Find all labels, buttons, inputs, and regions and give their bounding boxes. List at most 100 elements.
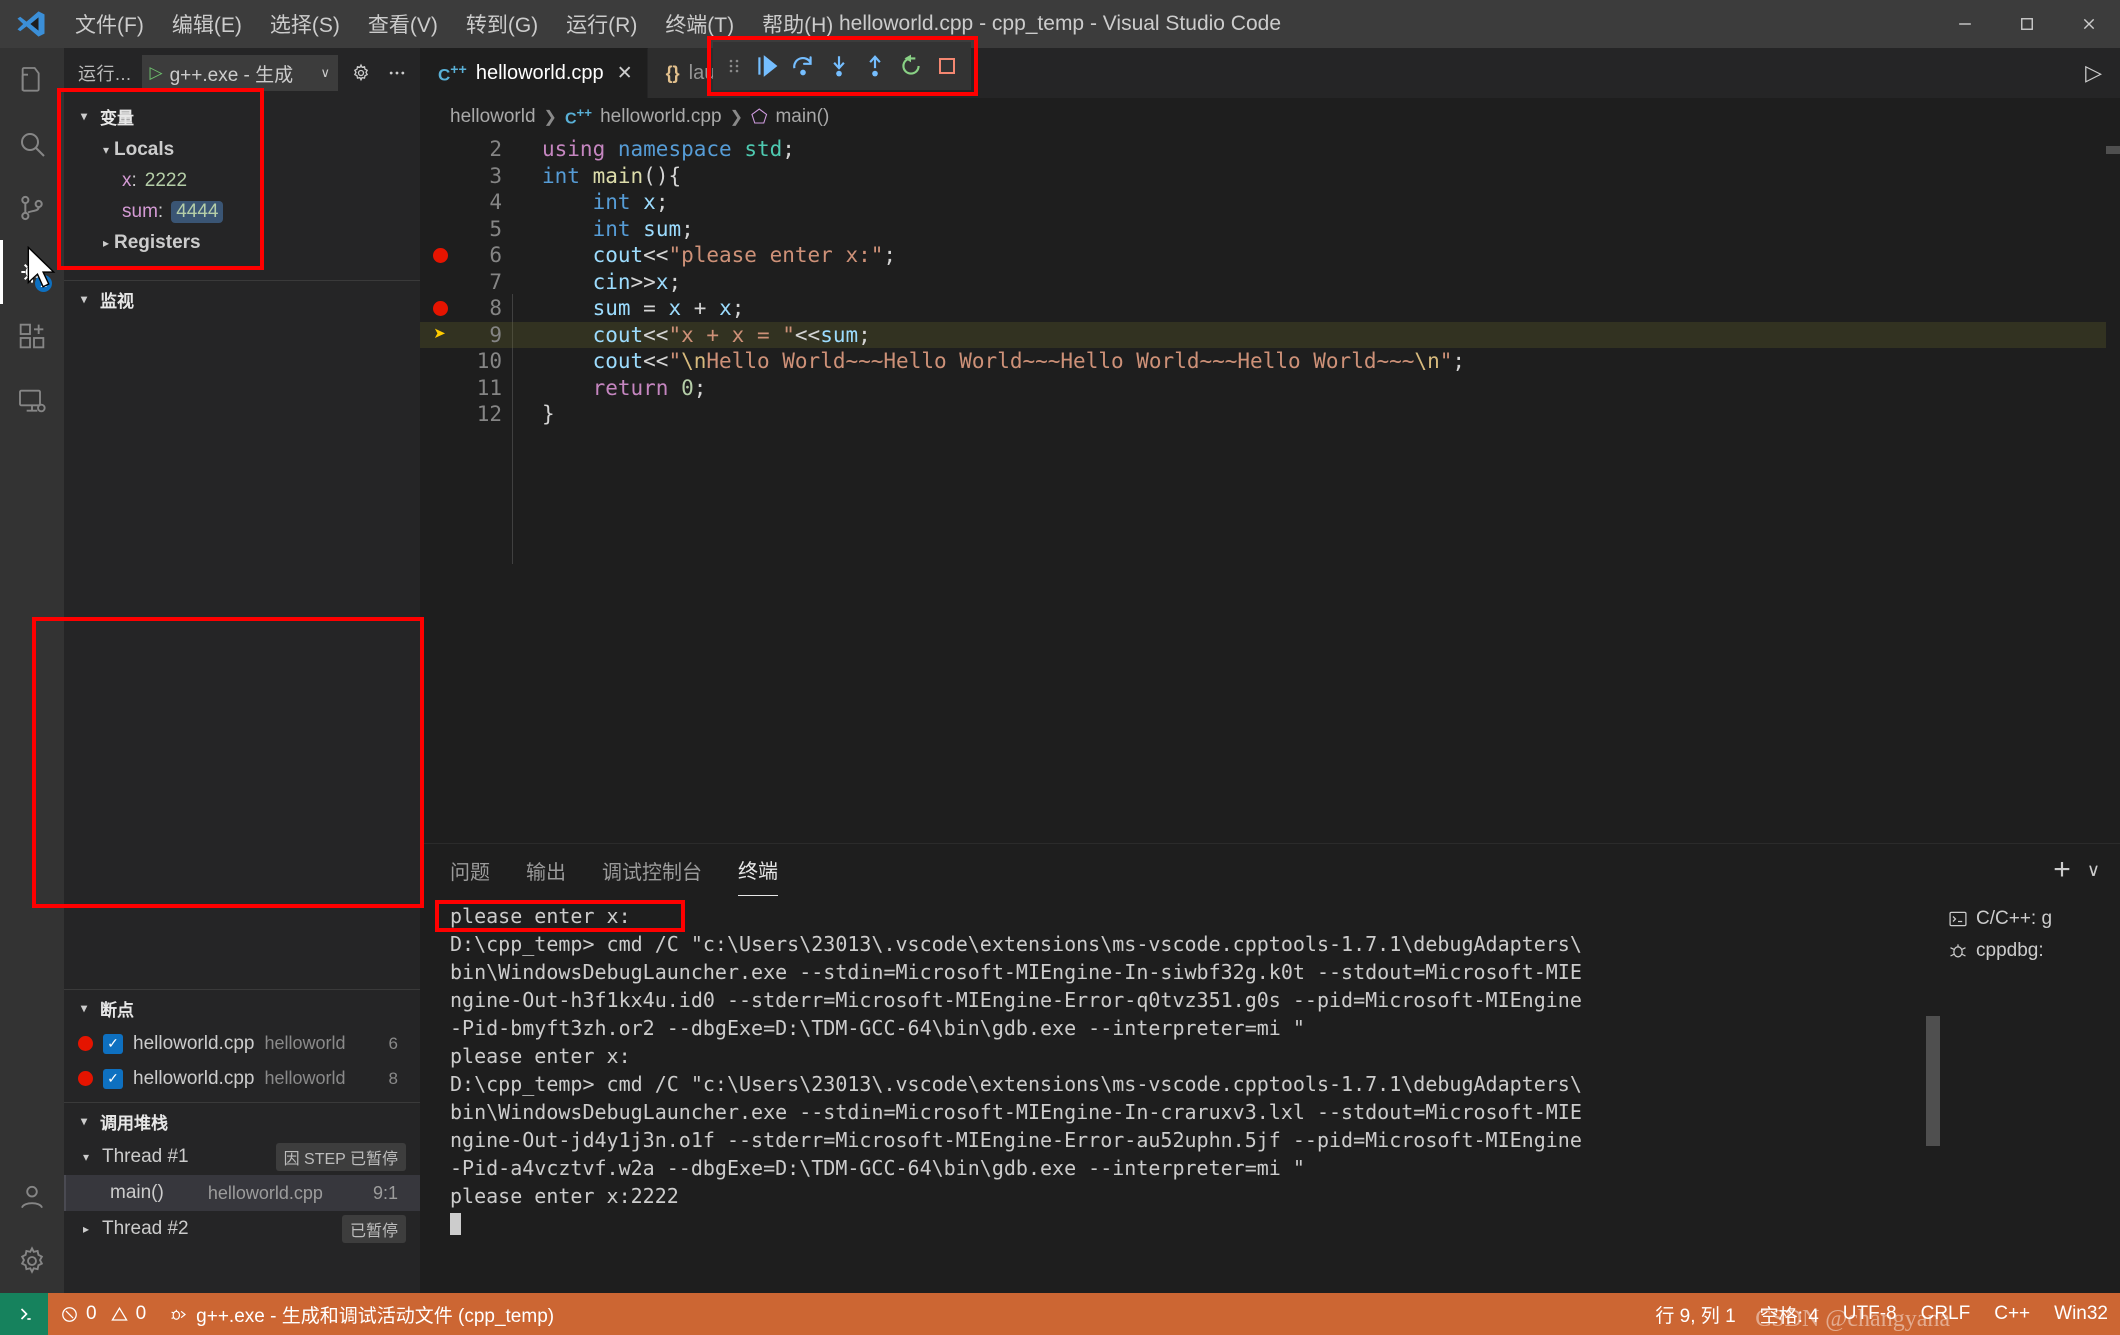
menu-item-file[interactable]: 文件(F) xyxy=(62,4,157,44)
debug-step-over-button[interactable] xyxy=(785,53,821,79)
drag-handle[interactable] xyxy=(719,56,749,76)
status-platform[interactable]: Win32 xyxy=(2042,1293,2120,1335)
tab-output[interactable]: 输出 xyxy=(526,844,566,896)
watch-list[interactable] xyxy=(64,317,420,527)
close-button[interactable] xyxy=(2058,0,2120,48)
breakpoint-dot-icon[interactable] xyxy=(432,247,448,263)
chevron-down-icon[interactable]: ∨ xyxy=(2087,860,2100,881)
sidebar-item-run-and-debug[interactable]: 1 xyxy=(0,240,64,304)
menu-item-edit[interactable]: 编辑(E) xyxy=(159,4,255,44)
debug-settings-gear-icon[interactable] xyxy=(348,63,374,83)
glyph-margin[interactable]: ➤ xyxy=(420,324,460,345)
line-number: 11 xyxy=(476,375,502,400)
tab-helloworld-cpp[interactable]: C++ helloworld.cpp ✕ xyxy=(420,48,648,98)
variable-value-sum: 4444 xyxy=(171,200,224,223)
status-encoding[interactable]: UTF-8 xyxy=(1831,1293,1909,1335)
debug-step-into-button[interactable] xyxy=(821,53,857,79)
minimap[interactable] xyxy=(2106,136,2120,843)
play-icon: ▷ xyxy=(149,63,163,82)
glyph-margin[interactable] xyxy=(420,247,460,263)
terminal-list-item-cppdbg[interactable]: cppdbg: xyxy=(1948,940,2120,962)
terminal-list-item-cpp[interactable]: C/C++: g xyxy=(1948,908,2120,930)
breakpoint-folder: helloworld xyxy=(264,1068,346,1088)
scope-registers[interactable]: ▸ Registers xyxy=(64,227,420,258)
callstack-frame-main[interactable]: main() helloworld.cpp 9:1 xyxy=(64,1175,420,1211)
accounts-button[interactable] xyxy=(0,1165,64,1229)
maximize-button[interactable] xyxy=(1996,0,2058,48)
menu-item-view[interactable]: 查看(V) xyxy=(355,4,451,44)
code-line: 3 int main(){ xyxy=(420,163,2120,190)
remote-indicator[interactable] xyxy=(0,1293,48,1335)
tab-debug-console[interactable]: 调试控制台 xyxy=(602,844,702,896)
glyph-margin[interactable] xyxy=(420,300,460,316)
execution-pointer-icon: ➤ xyxy=(433,322,447,347)
breadcrumb-file[interactable]: helloworld.cpp xyxy=(600,106,721,128)
callstack-thread-1[interactable]: ▾ Thread #1 因 STEP 已暂停 xyxy=(64,1139,420,1175)
debug-stop-button[interactable] xyxy=(929,54,965,78)
status-problems[interactable]: 0 0 xyxy=(48,1293,158,1335)
vscode-logo-icon xyxy=(0,9,62,39)
editor-scrollbar[interactable] xyxy=(2106,146,2120,154)
sidebar-item-explorer[interactable] xyxy=(0,48,64,112)
breakpoint-checkbox[interactable]: ✓ xyxy=(103,1033,123,1054)
chevron-down-icon: ▾ xyxy=(80,292,88,306)
menu-item-terminal[interactable]: 终端(T) xyxy=(652,4,747,44)
code-text: int main(){ xyxy=(542,163,682,188)
status-debug-config[interactable]: g++.exe - 生成和调试活动文件 (cpp_temp) xyxy=(158,1293,566,1335)
menu-item-help[interactable]: 帮助(H) xyxy=(749,4,846,44)
more-actions-icon[interactable] xyxy=(384,63,410,83)
editor-tab-bar: C++ helloworld.cpp ✕ {} launc ▷ xyxy=(420,48,2120,98)
breakpoint-checkbox[interactable]: ✓ xyxy=(103,1068,123,1089)
new-terminal-icon[interactable]: + xyxy=(2053,853,2071,887)
run-file-icon[interactable]: ▷ xyxy=(2085,60,2102,86)
run-configuration-dropdown[interactable]: ▷ g++.exe - 生成 ∨ xyxy=(141,55,338,91)
scope-locals[interactable]: ▾ Locals xyxy=(64,134,420,165)
tab-problems[interactable]: 问题 xyxy=(450,844,490,896)
code-text: sum = x + x; xyxy=(592,296,745,321)
terminal-scrollbar[interactable] xyxy=(1926,896,1940,1293)
status-indentation[interactable]: 空格: 4 xyxy=(1748,1293,1831,1335)
minimize-button[interactable] xyxy=(1934,0,1996,48)
line-number: 2 xyxy=(489,137,502,162)
gear-icon[interactable] xyxy=(0,1229,64,1293)
panel-tab-bar: 问题 输出 调试控制台 终端 + ∨ xyxy=(420,844,2120,896)
breakpoint-dot-icon[interactable] xyxy=(432,300,448,316)
callstack-section-title: 调用堆栈 xyxy=(100,1113,168,1133)
watch-section-header[interactable]: ▾ 监视 xyxy=(64,281,420,317)
variables-section-header[interactable]: ▾ 变量 xyxy=(64,98,420,134)
breakpoint-item[interactable]: ✓ helloworld.cpp helloworld 6 xyxy=(64,1026,420,1061)
callstack-section-header[interactable]: ▾ 调用堆栈 xyxy=(64,1103,420,1139)
breakpoint-line: 6 xyxy=(388,1033,398,1053)
close-icon[interactable]: ✕ xyxy=(617,62,633,85)
line-number: 7 xyxy=(489,269,502,294)
line-number: 10 xyxy=(476,349,502,374)
menu-item-run[interactable]: 运行(R) xyxy=(553,4,650,44)
breakpoint-item[interactable]: ✓ helloworld.cpp helloworld 8 xyxy=(64,1061,420,1096)
breadcrumb-symbol[interactable]: main() xyxy=(775,106,829,128)
terminal-output[interactable]: please enter x: D:\cpp_temp> cmd /C "c:\… xyxy=(420,896,1926,1293)
chevron-right-icon: ❯ xyxy=(729,109,743,126)
status-cursor-position[interactable]: 行 9, 列 1 xyxy=(1643,1293,1747,1335)
tab-terminal[interactable]: 终端 xyxy=(738,844,778,896)
callstack-thread-2[interactable]: ▸ Thread #2 已暂停 xyxy=(64,1211,420,1247)
debug-step-out-button[interactable] xyxy=(857,53,893,79)
terminal-line: D:\cpp_temp> cmd /C "c:\Users\23013\.vsc… xyxy=(450,1072,1582,1096)
code-editor[interactable]: 2 using namespace std; 3 int main(){ 4 i… xyxy=(420,136,2120,843)
thread-name: Thread #2 xyxy=(102,1218,189,1239)
chevron-right-icon: ❯ xyxy=(543,109,557,126)
variable-row-sum[interactable]: sum : 4444 xyxy=(64,196,420,227)
status-language-mode[interactable]: C++ xyxy=(1982,1293,2042,1335)
sidebar-item-search[interactable] xyxy=(0,112,64,176)
sidebar-item-remote-explorer[interactable] xyxy=(0,368,64,432)
menu-item-selection[interactable]: 选择(S) xyxy=(257,4,353,44)
status-eol[interactable]: CRLF xyxy=(1909,1293,1983,1335)
menu-item-go[interactable]: 转到(G) xyxy=(453,4,551,44)
debug-continue-button[interactable] xyxy=(749,53,785,79)
sidebar-item-source-control[interactable] xyxy=(0,176,64,240)
sidebar-item-extensions[interactable] xyxy=(0,304,64,368)
breadcrumb-folder[interactable]: helloworld xyxy=(450,106,536,128)
debug-sidebar: 运行... ▷ g++.exe - 生成 ∨ ▾ 变量 ▾ Locals x:… xyxy=(64,48,420,1293)
debug-restart-button[interactable] xyxy=(893,53,929,79)
breakpoints-section-header[interactable]: ▾ 断点 xyxy=(64,990,420,1026)
variable-row-x[interactable]: x : 2222 xyxy=(64,165,420,196)
